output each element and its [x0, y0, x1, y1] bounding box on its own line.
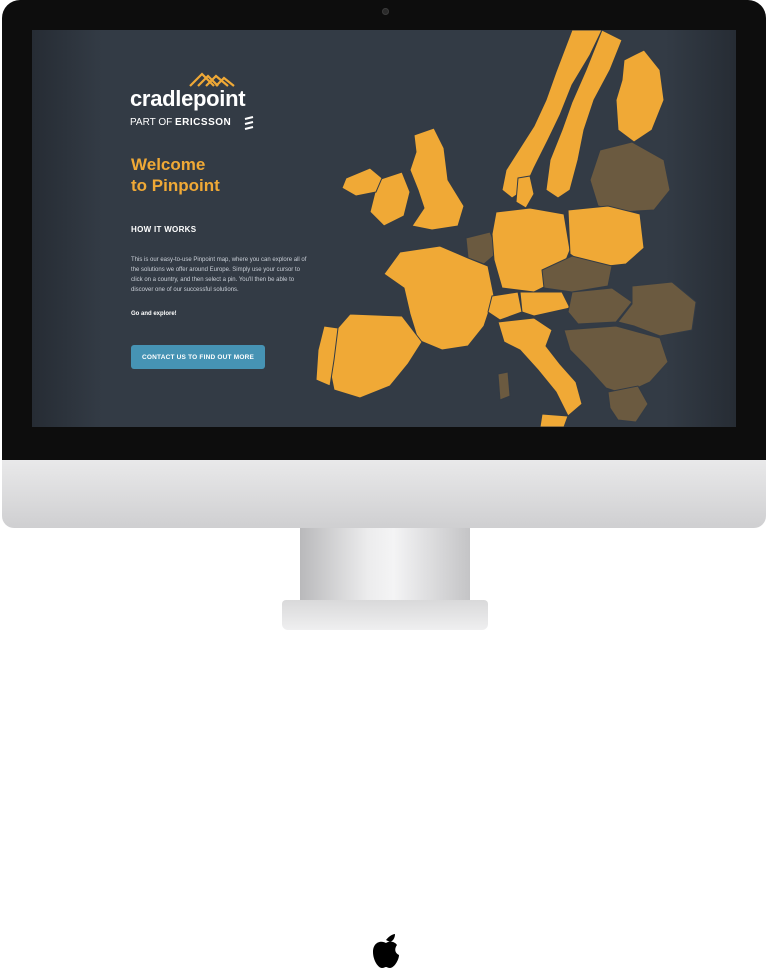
apple-icon: [373, 934, 399, 968]
country-united-kingdom[interactable]: [409, 127, 465, 231]
country-sicily[interactable]: [539, 413, 569, 427]
country-denmark[interactable]: [515, 175, 535, 209]
brand-name: cradlepoint: [130, 86, 246, 111]
ericsson-icon: [244, 116, 254, 130]
country-greece[interactable]: [607, 385, 649, 423]
explore-prompt: Go and explore!: [131, 311, 177, 317]
country-balkans[interactable]: [563, 325, 669, 395]
screen-edge-left: [32, 30, 102, 427]
country-austria[interactable]: [519, 291, 571, 317]
brand-parent: PART OF ERICSSON: [130, 117, 231, 128]
imac-monitor: cradlepoint PART OF ERICSSON Welcome to …: [0, 0, 768, 968]
title-line-1: Welcome: [131, 155, 206, 174]
page-title: Welcome to Pinpoint: [131, 154, 271, 196]
country-iceland[interactable]: [341, 167, 383, 197]
country-romania[interactable]: [617, 281, 697, 337]
title-line-2: to Pinpoint: [131, 176, 220, 195]
country-switzerland[interactable]: [487, 291, 523, 321]
country-spain[interactable]: [327, 313, 423, 399]
monitor-stand-base: [282, 600, 488, 630]
part-of-prefix: PART OF: [130, 117, 173, 128]
country-baltics[interactable]: [589, 141, 671, 213]
part-of-company: ERICSSON: [175, 117, 232, 128]
monitor-stand-neck: [300, 528, 470, 606]
country-sardinia[interactable]: [497, 371, 511, 401]
europe-map[interactable]: [272, 30, 736, 427]
how-it-works-heading: HOW IT WORKS: [131, 225, 197, 234]
monitor-chin: [2, 460, 766, 968]
contact-us-button[interactable]: CONTACT US TO FIND OUT MORE: [131, 345, 265, 369]
country-finland[interactable]: [615, 49, 665, 143]
camera-icon: [382, 8, 389, 15]
website-screen: cradlepoint PART OF ERICSSON Welcome to …: [32, 30, 736, 427]
